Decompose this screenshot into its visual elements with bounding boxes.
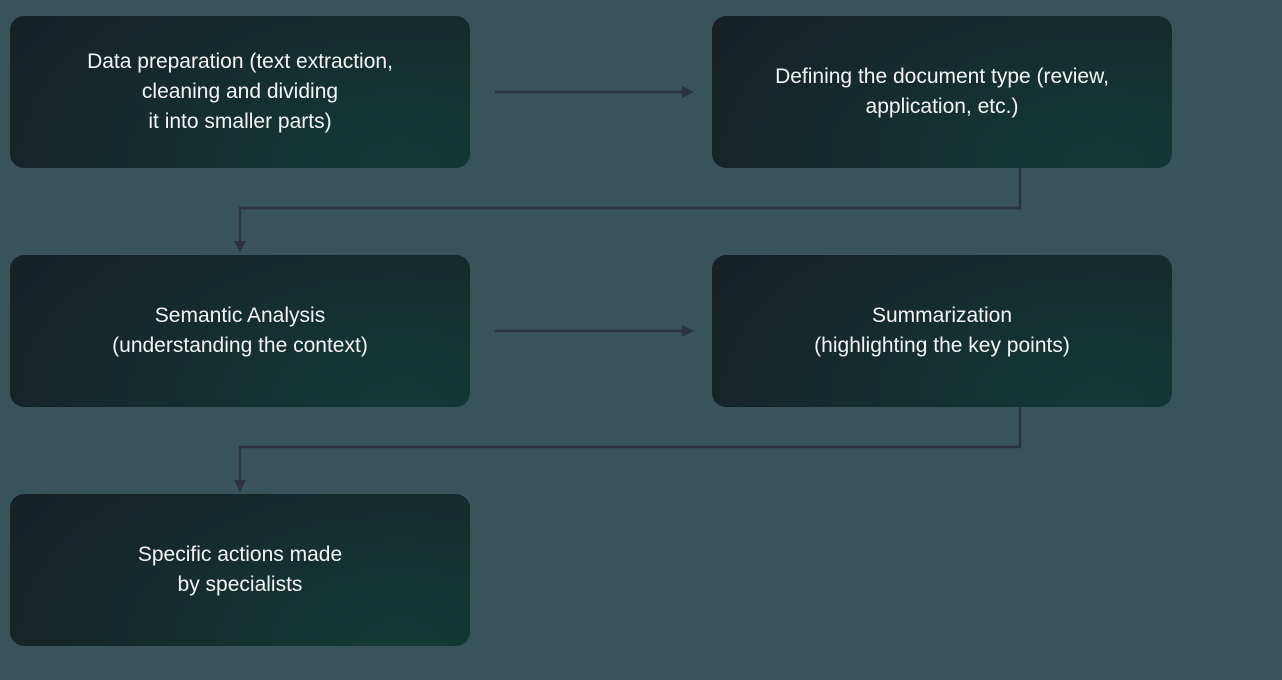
arrow-elbow-down-icon (200, 168, 1080, 263)
node-label: Summarization (highlighting the key poin… (814, 301, 1070, 361)
arrow-right-icon (470, 319, 712, 349)
node-specific-actions: Specific actions made by specialists (10, 494, 470, 646)
arrow-right-icon (470, 80, 712, 110)
node-defining-type: Defining the document type (review, appl… (712, 16, 1172, 168)
node-label: Semantic Analysis (understanding the con… (112, 301, 368, 361)
node-semantic-analysis: Semantic Analysis (understanding the con… (10, 255, 470, 407)
node-label: Specific actions made by specialists (138, 540, 342, 600)
arrow-elbow-down-icon (200, 407, 1080, 502)
flowchart-canvas: Data preparation (text extraction, clean… (0, 0, 1282, 680)
node-data-preparation: Data preparation (text extraction, clean… (10, 16, 470, 168)
node-summarization: Summarization (highlighting the key poin… (712, 255, 1172, 407)
node-label: Data preparation (text extraction, clean… (87, 47, 393, 136)
node-label: Defining the document type (review, appl… (775, 62, 1109, 122)
